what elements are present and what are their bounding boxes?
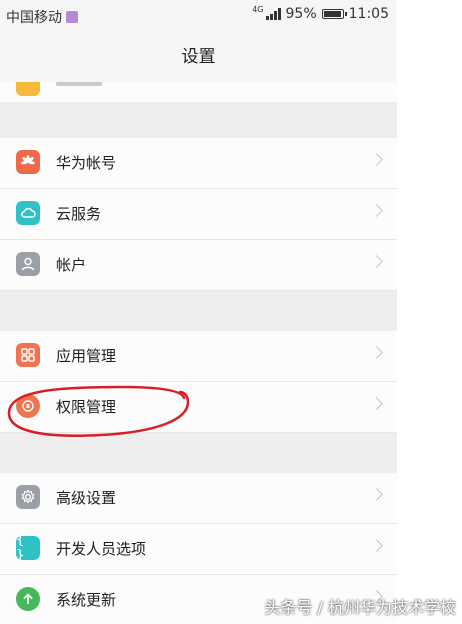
settings-item-label: 华为帐号 bbox=[56, 154, 117, 172]
section-divider bbox=[0, 291, 397, 331]
settings-item-huawei-account[interactable]: 华为帐号 bbox=[0, 138, 397, 189]
network-type: 4G bbox=[252, 4, 264, 14]
chevron-right-icon bbox=[370, 346, 383, 359]
settings-item-label: 权限管理 bbox=[56, 398, 117, 416]
settings-item-label: 系统更新 bbox=[56, 591, 117, 609]
partial-label bbox=[56, 82, 102, 86]
settings-item-label: 帐户 bbox=[56, 256, 87, 274]
settings-item-accounts[interactable]: 帐户 bbox=[0, 240, 397, 291]
partial-icon bbox=[16, 82, 40, 96]
settings-item-label: 开发人员选项 bbox=[56, 540, 147, 558]
settings-item-label: 高级设置 bbox=[56, 489, 117, 507]
cloud-icon bbox=[16, 201, 40, 225]
settings-item-cloud-service[interactable]: 云服务 bbox=[0, 189, 397, 240]
clock: 11:05 bbox=[348, 6, 389, 22]
update-arrow-icon bbox=[16, 587, 40, 611]
gear-icon bbox=[16, 485, 40, 509]
status-bar: 中国移动 4G 95% 11:05 bbox=[0, 0, 397, 32]
settings-item-advanced-settings[interactable]: 高级设置 bbox=[0, 473, 397, 524]
watermark: 头条号 / 杭州华为技术学校 bbox=[264, 598, 456, 617]
account-icon bbox=[16, 252, 40, 276]
settings-item-label: 云服务 bbox=[56, 205, 102, 223]
chevron-right-icon bbox=[370, 255, 383, 268]
list-item-partial[interactable] bbox=[0, 82, 397, 103]
section-divider bbox=[0, 102, 397, 138]
braces-icon: { } bbox=[16, 532, 40, 564]
chevron-right-icon bbox=[370, 488, 383, 501]
phone-screen: 中国移动 4G 95% 11:05 设置 华为帐号 云服务 帐户 应用管理 权限… bbox=[0, 0, 397, 624]
signal-icon bbox=[265, 8, 281, 20]
settings-item-permission-management[interactable]: 权限管理 bbox=[0, 382, 397, 433]
huawei-icon bbox=[16, 150, 40, 174]
carrier-label: 中国移动 bbox=[6, 10, 62, 26]
chevron-right-icon bbox=[370, 153, 383, 166]
settings-item-app-management[interactable]: 应用管理 bbox=[0, 331, 397, 382]
chevron-right-icon bbox=[370, 539, 383, 552]
sim-icon bbox=[66, 11, 78, 23]
apps-icon bbox=[16, 343, 40, 367]
battery-percent: 95% bbox=[285, 6, 317, 22]
settings-item-label: 应用管理 bbox=[56, 347, 117, 365]
settings-item-developer-options[interactable]: { } 开发人员选项 bbox=[0, 524, 397, 575]
chevron-right-icon bbox=[370, 397, 383, 410]
page-title: 设置 bbox=[0, 32, 397, 82]
permission-icon bbox=[16, 394, 40, 418]
battery-icon bbox=[321, 9, 347, 19]
chevron-right-icon bbox=[370, 204, 383, 217]
section-divider bbox=[0, 433, 397, 473]
